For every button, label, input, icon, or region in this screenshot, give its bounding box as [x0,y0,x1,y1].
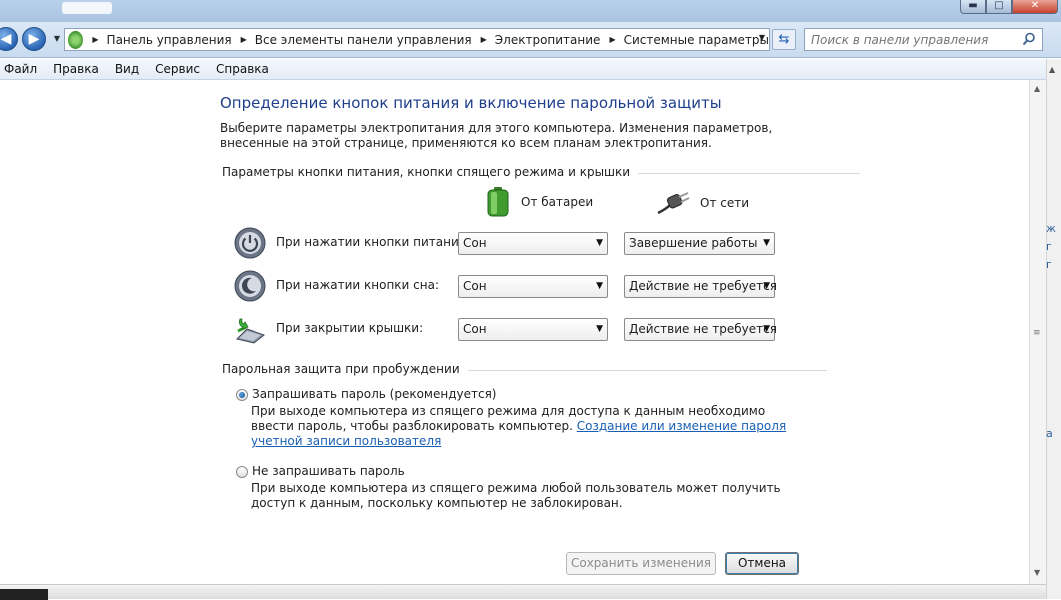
divider [467,369,827,371]
battery-label: От батареи [521,195,594,209]
taskbar-edge [0,589,48,600]
menu-bar: Файл Правка Вид Сервис Справка [0,59,1046,80]
forward-arrow-icon: ▶ [28,31,40,47]
dropdown-arrow-icon: ▼ [763,281,770,291]
power-button-row: При нажатии кнопки питания: Сон ▼ Заверш… [234,225,794,261]
forward-button[interactable]: ▶ [22,27,46,51]
dropdown-arrow-icon: ▼ [763,324,770,334]
power-section-heading-text: Параметры кнопки питания, кнопки спящего… [222,165,631,179]
recent-pages-dropdown-icon[interactable]: ▼ [52,34,62,46]
address-dropdown-icon[interactable]: ▼ [759,33,765,42]
maximize-button[interactable]: □ [986,0,1012,14]
background-window-scrollbar[interactable]: ▲ [1046,59,1061,599]
lid-close-battery-select[interactable]: Сон ▼ [458,318,608,341]
dropdown-arrow-icon: ▼ [596,238,603,248]
chevron-right-icon[interactable]: ▶ [481,35,487,44]
lid-close-ac-select[interactable]: Действие не требуется ▼ [624,318,777,341]
battery-column-header: От батареи [487,187,593,217]
breadcrumb-system-settings[interactable]: Системные параметры [624,33,769,47]
power-button-icon [234,227,266,259]
selected-value: Завершение работы [629,236,758,250]
sleep-button-icon [234,270,266,302]
background-text: г [1046,240,1052,253]
lid-close-label: При закрытии крышки: [276,321,424,335]
menu-help[interactable]: Справка [212,62,277,76]
battery-icon [487,187,509,217]
dropdown-arrow-icon: ▼ [596,281,603,291]
chevron-right-icon[interactable]: ▶ [609,35,615,44]
window-titlebar: ▬ □ ✕ [0,0,1061,22]
save-changes-button[interactable]: Сохранить изменения [566,552,716,575]
sleep-button-label: При нажатии кнопки сна: [276,278,440,292]
power-section-heading: Параметры кнопки питания, кнопки спящего… [222,165,861,179]
menu-edit[interactable]: Правка [49,62,107,76]
search-icon[interactable] [1022,32,1036,46]
menu-view[interactable]: Вид [111,62,147,76]
menu-tools[interactable]: Сервис [151,62,208,76]
refresh-icon: ⇆ [778,32,790,47]
background-text: г [1046,258,1052,271]
refresh-button[interactable]: ⇆ [772,29,796,50]
power-button-battery-select[interactable]: Сон ▼ [458,232,608,255]
dropdown-arrow-icon: ▼ [596,324,603,334]
scroll-up-icon[interactable]: ▲ [1049,65,1055,74]
require-password-label[interactable]: Запрашивать пароль (рекомендуется) [252,387,496,401]
ac-label: От сети [700,196,750,210]
cancel-button[interactable]: Отмена [725,552,799,575]
selected-value: Сон [463,279,487,293]
sleep-button-ac-select[interactable]: Действие не требуется ▼ [624,275,777,298]
page-title: Определение кнопок питания и включение п… [220,94,722,112]
no-password-radio[interactable] [236,466,248,478]
divider [638,172,861,174]
control-panel-icon [68,30,84,49]
breadcrumb-control-panel[interactable]: Панель управления [107,33,232,47]
title-area [62,2,112,14]
back-arrow-icon: ◀ [0,31,12,47]
no-password-label[interactable]: Не запрашивать пароль [252,464,405,478]
chevron-right-icon[interactable]: ▶ [241,35,247,44]
selected-value: Действие не требуется [629,279,777,293]
scroll-down-icon[interactable]: ▼ [1034,568,1040,577]
scroll-up-icon[interactable]: ▲ [1034,84,1040,93]
breadcrumb-all-items[interactable]: Все элементы панели управления [255,33,472,47]
selected-value: Сон [463,236,487,250]
require-password-description: При выходе компьютера из спящего режима … [251,404,791,449]
window-controls: ▬ □ ✕ [960,0,1058,14]
require-password-radio[interactable] [236,389,248,401]
back-button[interactable]: ◀ [0,27,18,51]
lid-close-row: При закрытии крышки: Сон ▼ Действие не т… [234,311,794,347]
minimize-button[interactable]: ▬ [960,0,986,14]
close-button[interactable]: ✕ [1012,0,1058,14]
laptop-lid-icon [236,318,266,344]
page-description: Выберите параметры электропитания для эт… [220,121,773,150]
ac-column-header: От сети [656,191,749,215]
no-password-description: При выходе компьютера из спящего режима … [251,481,781,510]
selected-value: Сон [463,322,487,336]
dropdown-arrow-icon: ▼ [763,238,770,248]
background-text: ж [1046,222,1056,235]
sleep-button-battery-select[interactable]: Сон ▼ [458,275,608,298]
password-section-heading: Парольная защита при пробуждении [222,362,827,376]
search-input[interactable] [804,28,1043,51]
password-section-heading-text: Парольная защита при пробуждении [222,362,460,376]
power-button-label: При нажатии кнопки питания: [276,235,471,249]
selected-value: Действие не требуется [629,322,777,336]
breadcrumb-power-options[interactable]: Электропитание [495,33,601,47]
navigation-bar: ◀ ▶ ▼ ▶ Панель управления ▶ Все элементы… [0,22,1061,58]
power-plug-icon [657,192,690,215]
sleep-button-row: При нажатии кнопки сна: Сон ▼ Действие н… [234,268,794,304]
scroll-thumb-grip-icon[interactable]: ≡ [1033,328,1041,338]
status-bar [0,584,1046,600]
address-bar[interactable]: ▶ Панель управления ▶ Все элементы панел… [64,28,770,51]
content-scrollbar[interactable]: ▲ ≡ ▼ [1029,80,1046,584]
power-button-ac-select[interactable]: Завершение работы ▼ [624,232,775,255]
background-text: а [1046,427,1053,440]
chevron-right-icon[interactable]: ▶ [92,35,98,44]
menu-file[interactable]: Файл [0,62,45,76]
